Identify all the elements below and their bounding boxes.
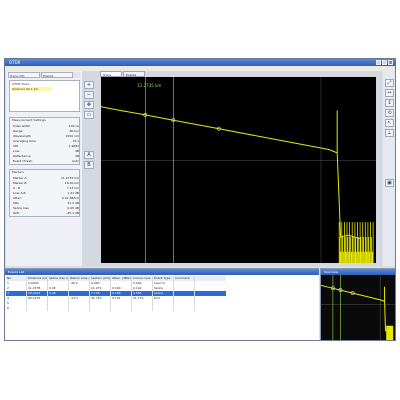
table-cell: [111, 306, 132, 311]
fit-icon[interactable]: ▭: [84, 111, 94, 119]
table-cell: [174, 306, 195, 311]
trace-line: [100, 106, 361, 240]
settings-group: Measurement Settings Pulse width 100 ns R…: [9, 117, 80, 165]
events-table: No.Distance (km)Splice loss (dB)Return L…: [6, 276, 226, 311]
left-tabs: Trace Info Events: [8, 72, 80, 78]
save-icon[interactable]: ▣: [385, 179, 394, 187]
marker-label: 11.2735 km: [137, 83, 161, 88]
table-cell: 6: [6, 306, 27, 311]
measure-icon[interactable]: ⟂: [385, 129, 394, 137]
graph-area: Trace Events + − ✥ ▭ A B 11.2735 km: [82, 71, 382, 266]
table-cell: [27, 306, 48, 311]
table-cell: [153, 306, 174, 311]
settings-row: Pulse width 100 ns: [13, 124, 79, 128]
noise-floor: [338, 222, 374, 263]
table-cell: [132, 306, 153, 311]
settings-row: Loss dB: [13, 149, 79, 153]
settings-row: IOR 1.4682: [13, 144, 79, 148]
zoom-out-icon[interactable]: −: [84, 91, 94, 99]
maximize-button[interactable]: [382, 60, 387, 65]
legend-selected-trace[interactable]: Distance 60.1 km: [12, 87, 52, 91]
main-window: OTDR File Edit View Trace Tools Help Tra…: [4, 58, 396, 341]
zoom-area-icon[interactable]: ⤢: [385, 79, 394, 87]
settings-row: Event thresh. Auto: [13, 159, 79, 163]
right-toolbar: ⤢ ↔ ↕ ⟲ ↖ ⟂ ▣: [383, 71, 395, 266]
settings-row: Range 80 km: [13, 129, 79, 133]
events-title-bar: Events List: [5, 269, 319, 275]
overview-chart: [321, 275, 395, 340]
legend-title: OTDR Trace: [12, 82, 30, 86]
events-title: Events List: [8, 270, 25, 274]
marker-row: A - B 7.13 km: [13, 186, 79, 190]
marker-row: Splice loss 0.05 dB: [13, 206, 79, 210]
table-cell: [48, 306, 69, 311]
zoom-h-icon[interactable]: ↔: [385, 89, 394, 97]
tab-events[interactable]: Events: [41, 72, 73, 78]
events-table-panel: Events List No. Distance (km)Splice loss …: [5, 268, 319, 340]
close-button[interactable]: [388, 60, 393, 65]
marker-row: Refl. -45.1 dB: [13, 211, 79, 215]
settings-row: Reflectance dB: [13, 154, 79, 158]
left-panel: Trace Info Events OTDR Trace Distance 60…: [6, 71, 83, 266]
marker-row: Marker B 18.40 km: [13, 181, 79, 185]
noise-floor: [386, 325, 394, 340]
settings-group-title: Measurement Settings: [12, 118, 46, 122]
pan-icon[interactable]: ✥: [84, 101, 94, 109]
cursor-icon[interactable]: ↖: [385, 119, 394, 127]
marker-row: Atten. 0.19 dB/km: [13, 196, 79, 200]
zoom-v-icon[interactable]: ↕: [385, 99, 394, 107]
table-cell: [90, 306, 111, 311]
marker-row: Marker A 11.2735 km: [13, 176, 79, 180]
title-bar: OTDR: [5, 59, 395, 66]
marker-row: ORL 31.2 dB: [13, 201, 79, 205]
settings-row: Wavelength 1550 nm: [13, 134, 79, 138]
trace-chart: 11.2735 km: [100, 77, 376, 263]
settings-row: Averaging time 30 s: [13, 139, 79, 143]
tab-trace-info[interactable]: Trace Info: [8, 72, 40, 78]
markers-group-title: Markers: [12, 170, 24, 174]
minimize-button[interactable]: [376, 60, 381, 65]
window-title: OTDR: [9, 60, 21, 65]
markers-group: Markers Marker A 11.2735 km Marker B 18.40…: [9, 169, 80, 217]
table-cell: [69, 306, 90, 311]
trace-plot[interactable]: 11.2735 km: [100, 77, 376, 263]
trace-legend[interactable]: OTDR Trace Distance 60.1 km: [9, 80, 80, 112]
marker-b-icon[interactable]: B: [84, 161, 94, 169]
marker-row: Loss A-B 1.41 dB: [13, 191, 79, 195]
table-row[interactable]: 6: [6, 306, 226, 311]
zoom-in-icon[interactable]: +: [84, 81, 94, 89]
reset-zoom-icon[interactable]: ⟲: [385, 109, 394, 117]
marker-a-icon[interactable]: A: [84, 151, 94, 159]
overview-panel[interactable]: Overview: [320, 268, 395, 340]
